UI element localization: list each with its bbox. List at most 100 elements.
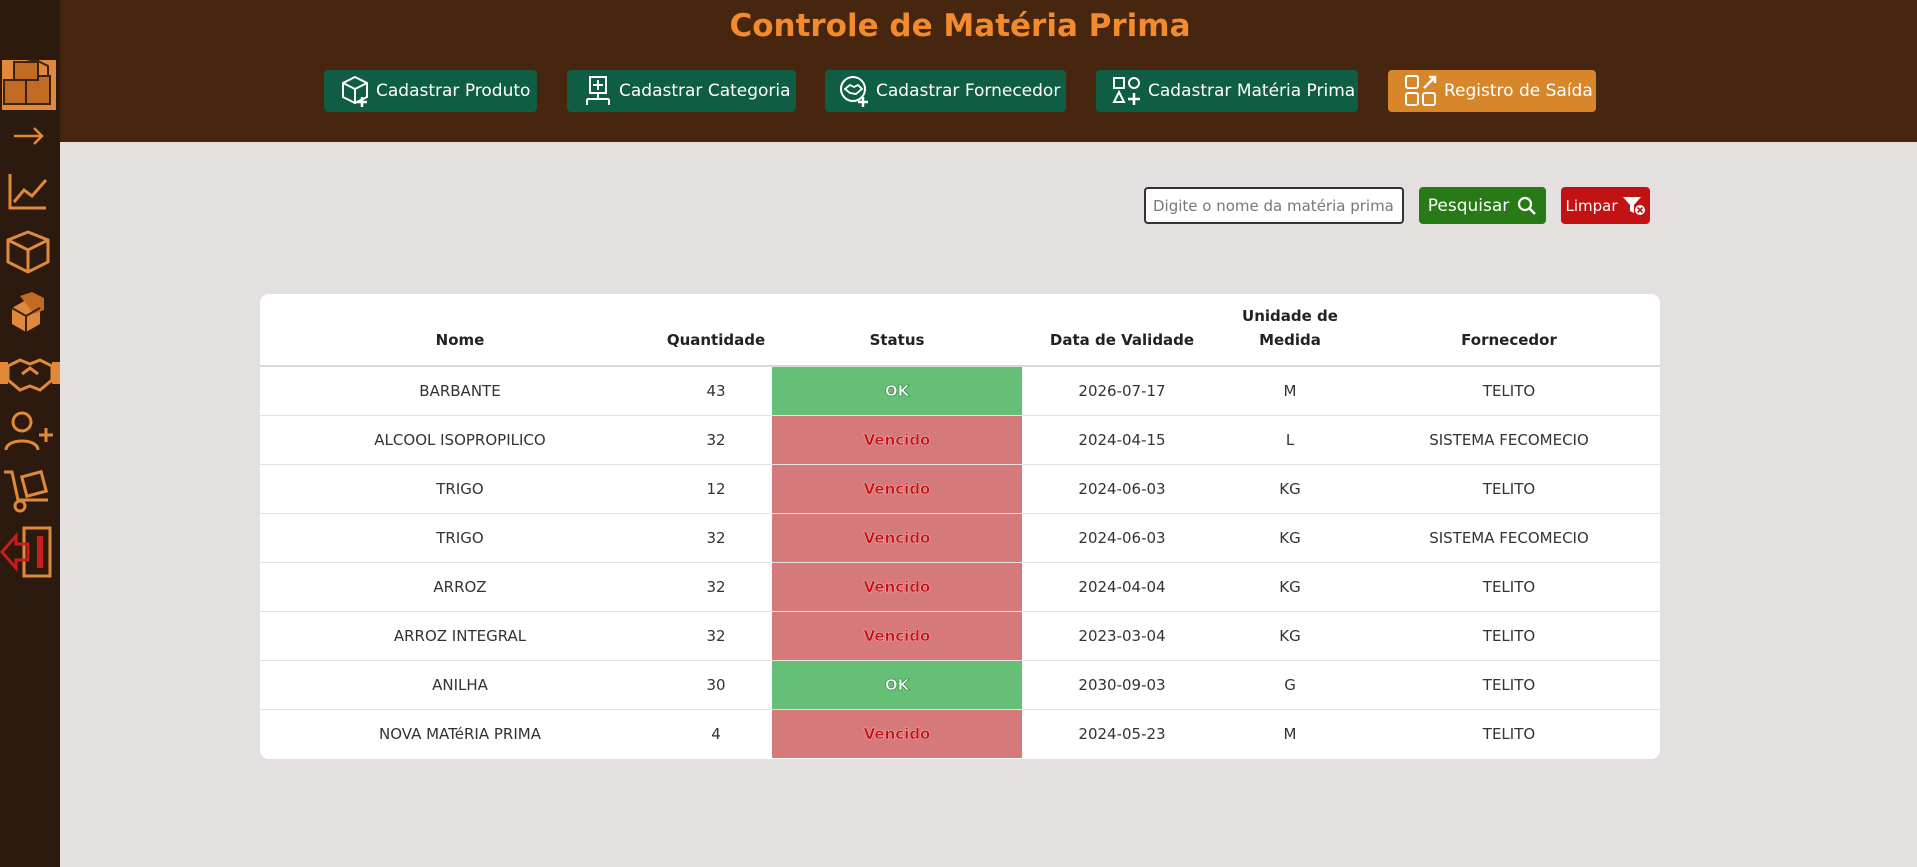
category-plus-icon bbox=[586, 76, 610, 105]
col-header-quantidade: Quantidade bbox=[660, 294, 772, 367]
status-badge: Vencido bbox=[772, 464, 1022, 514]
status-badge: Vencido bbox=[772, 709, 1022, 758]
cell-fornecedor: TELITO bbox=[1358, 562, 1660, 612]
search-button-label: Pesquisar bbox=[1427, 195, 1510, 216]
materia-prima-table-card: Nome Quantidade Status Data de Validade … bbox=[260, 294, 1660, 759]
clear-filter-button[interactable]: Limpar bbox=[1561, 187, 1650, 224]
logo-boxes-icon[interactable] bbox=[0, 56, 60, 112]
cell-validade: 2024-06-03 bbox=[1022, 464, 1222, 514]
cell-quantidade: 32 bbox=[660, 562, 772, 612]
handshake-icon[interactable] bbox=[0, 350, 60, 396]
cadastrar-materia-prima-label: Cadastrar Matéria Prima bbox=[1148, 81, 1356, 101]
shapes-plus-icon bbox=[1112, 77, 1140, 105]
cell-nome: NOVA MATéRIA PRIMA bbox=[379, 724, 541, 743]
col-header-unidade: Unidade de Medida bbox=[1222, 294, 1358, 367]
cell-fornecedor: TELITO bbox=[1358, 611, 1660, 661]
cell-fornecedor: TELITO bbox=[1358, 660, 1660, 710]
status-badge: Vencido bbox=[772, 611, 1022, 661]
status-badge: OK bbox=[772, 660, 1022, 710]
cell-validade: 2024-04-04 bbox=[1022, 562, 1222, 612]
cell-validade: 2024-05-23 bbox=[1078, 724, 1166, 743]
cell-fornecedor: TELITO bbox=[1358, 464, 1660, 514]
cell-quantidade: 32 bbox=[660, 415, 772, 465]
cell-fornecedor: TELITO bbox=[1482, 724, 1536, 743]
cell-fornecedor: SISTEMA FECOMECIO bbox=[1358, 513, 1660, 563]
box-icon[interactable] bbox=[0, 228, 60, 276]
cell-unidade: M bbox=[1283, 724, 1297, 743]
sidebar bbox=[0, 0, 60, 867]
cell-validade: 2024-06-03 bbox=[1022, 513, 1222, 563]
logout-icon[interactable] bbox=[0, 526, 60, 578]
cell-quantidade: 43 bbox=[660, 366, 772, 416]
col-header-nome: Nome bbox=[260, 294, 660, 367]
search-icon bbox=[1518, 196, 1537, 215]
cell-nome: ALCOOL ISOPROPILICO bbox=[260, 415, 660, 465]
table-header-row: Nome Quantidade Status Data de Validade … bbox=[260, 294, 1660, 367]
status-badge: Vencido bbox=[772, 415, 1022, 465]
cell-unidade: KG bbox=[1222, 611, 1358, 661]
cell-unidade: KG bbox=[1222, 464, 1358, 514]
cell-validade: 2023-03-04 bbox=[1022, 611, 1222, 661]
registro-de-saida-button[interactable]: Registro de Saída bbox=[1388, 70, 1596, 112]
cadastrar-materia-prima-button[interactable]: Cadastrar Matéria Prima bbox=[1096, 70, 1358, 112]
cell-quantidade: 32 bbox=[660, 611, 772, 661]
registro-de-saida-label: Registro de Saída bbox=[1444, 81, 1593, 101]
status-badge: Vencido bbox=[772, 562, 1022, 612]
shapes-exit-icon bbox=[1405, 75, 1437, 106]
table-row: NOVA MATéRIA PRIMA 4 Vencido 2024-05-23 … bbox=[260, 709, 1660, 758]
cell-quantidade: 4 bbox=[711, 724, 721, 743]
clear-filter-label: Limpar bbox=[1565, 196, 1618, 215]
user-plus-icon[interactable] bbox=[0, 408, 60, 454]
cell-quantidade: 12 bbox=[660, 464, 772, 514]
cell-fornecedor: TELITO bbox=[1358, 366, 1660, 416]
cell-nome: TRIGO bbox=[260, 464, 660, 514]
table-row: TRIGO 12 Vencido 2024-06-03 KG TELITO bbox=[260, 464, 1660, 514]
arrow-right-icon[interactable] bbox=[0, 122, 60, 150]
cell-nome: ANILHA bbox=[260, 660, 660, 710]
table-row: TRIGO 32 Vencido 2024-06-03 KG SISTEMA F… bbox=[260, 513, 1660, 563]
table-row: ANILHA 30 OK 2030-09-03 G TELITO bbox=[260, 660, 1660, 710]
filter-clear-icon bbox=[1622, 196, 1645, 215]
col-header-unidade-line2: Medida bbox=[1259, 331, 1321, 349]
cell-validade: 2024-04-15 bbox=[1022, 415, 1222, 465]
page-title: Controle de Matéria Prima bbox=[729, 8, 1191, 44]
cell-validade: 2026-07-17 bbox=[1022, 366, 1222, 416]
search-button[interactable]: Pesquisar bbox=[1419, 187, 1546, 224]
cell-nome: BARBANTE bbox=[260, 366, 660, 416]
cell-nome: ARROZ INTEGRAL bbox=[260, 611, 660, 661]
status-badge: Vencido bbox=[772, 513, 1022, 563]
box-plus-icon bbox=[342, 75, 368, 107]
cell-unidade: KG bbox=[1222, 513, 1358, 563]
table-row: ARROZ INTEGRAL 32 Vencido 2023-03-04 KG … bbox=[260, 611, 1660, 661]
boxes-icon[interactable] bbox=[0, 288, 60, 336]
cell-nome: ARROZ bbox=[260, 562, 660, 612]
search-input[interactable] bbox=[1144, 187, 1404, 224]
cadastrar-produto-label: Cadastrar Produto bbox=[376, 81, 531, 101]
cell-fornecedor: SISTEMA FECOMECIO bbox=[1358, 415, 1660, 465]
col-header-validade: Data de Validade bbox=[1022, 294, 1222, 367]
cell-unidade: L bbox=[1222, 415, 1358, 465]
col-header-unidade-line1: Unidade de bbox=[1242, 307, 1338, 325]
cell-unidade: M bbox=[1222, 366, 1358, 416]
status-badge: OK bbox=[772, 366, 1022, 416]
cadastrar-produto-button[interactable]: Cadastrar Produto bbox=[324, 70, 537, 112]
col-header-fornecedor: Fornecedor bbox=[1358, 294, 1660, 367]
cadastrar-categoria-button[interactable]: Cadastrar Categoria bbox=[567, 70, 796, 112]
materia-prima-table: Nome Quantidade Status Data de Validade … bbox=[260, 294, 1660, 758]
chart-line-icon[interactable] bbox=[0, 170, 60, 214]
table-row: ALCOOL ISOPROPILICO 32 Vencido 2024-04-1… bbox=[260, 415, 1660, 465]
cell-nome: TRIGO bbox=[260, 513, 660, 563]
handshake-plus-icon bbox=[840, 76, 868, 107]
table-row: BARBANTE 43 OK 2026-07-17 M TELITO bbox=[260, 366, 1660, 416]
cell-unidade: G bbox=[1222, 660, 1358, 710]
cell-quantidade: 30 bbox=[660, 660, 772, 710]
cell-unidade: KG bbox=[1222, 562, 1358, 612]
cadastrar-fornecedor-button[interactable]: Cadastrar Fornecedor bbox=[825, 70, 1066, 112]
cadastrar-categoria-label: Cadastrar Categoria bbox=[619, 81, 791, 101]
cell-validade: 2030-09-03 bbox=[1022, 660, 1222, 710]
col-header-status: Status bbox=[772, 294, 1022, 367]
cadastrar-fornecedor-label: Cadastrar Fornecedor bbox=[876, 81, 1061, 101]
hand-truck-icon[interactable] bbox=[0, 466, 60, 514]
table-row: ARROZ 32 Vencido 2024-04-04 KG TELITO bbox=[260, 562, 1660, 612]
cell-quantidade: 32 bbox=[660, 513, 772, 563]
